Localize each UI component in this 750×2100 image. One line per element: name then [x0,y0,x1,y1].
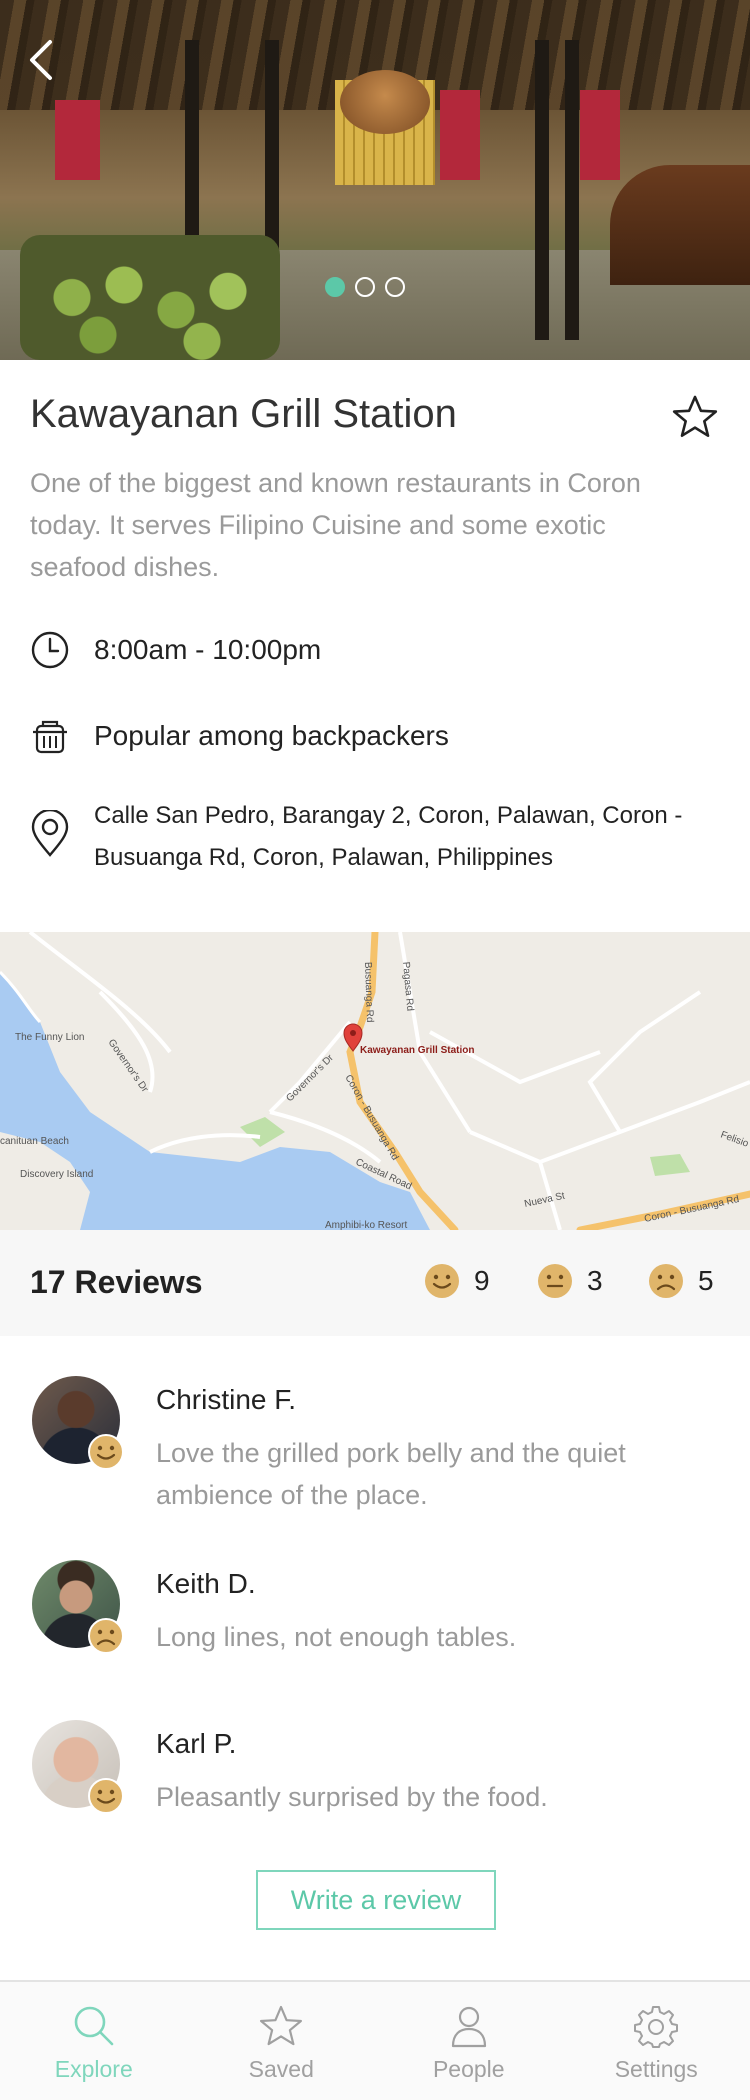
location-map[interactable]: Busuanga Rd Pagasa Rd Governor's Dr Gove… [0,932,750,1230]
map-street-label: Coron - Busuanga Rd [342,1073,400,1162]
tab-label: Saved [248,2056,314,2082]
hero-coconuts [20,235,280,360]
map-place-label: Discovery Island [20,1169,93,1180]
happy-face-icon [88,1434,124,1470]
map-street-label: Coron - Busuanga Rd [643,1194,740,1225]
tab-label: People [432,2056,505,2082]
bottom-tab-bar: Explore Saved People Settings [0,1980,750,2100]
hero-red-wall [55,100,100,180]
review-text: Pleasantly surprised by the food. [156,1782,548,1812]
hours-row: 8:00am - 10:00pm [30,630,321,670]
map-street-label: Busuanga Rd [362,962,375,1023]
happy-count[interactable]: 9 [424,1263,490,1299]
hero-pillar [535,40,549,340]
sad-face-icon [88,1618,124,1654]
gear-icon [634,2006,679,2048]
carousel-indicator[interactable] [325,277,405,297]
reviews-summary: 17 Reviews 9 3 5 [0,1230,750,1336]
hero-red-wall [440,90,480,180]
happy-face-icon [88,1778,124,1814]
hero-counter [610,165,750,285]
place-description: One of the biggest and known restaurants… [30,468,641,582]
save-star-icon[interactable] [672,394,718,440]
write-review-button[interactable]: Write a review [256,1870,496,1930]
tab-saved[interactable]: Saved [188,1982,376,2100]
tab-people[interactable]: People [375,1982,563,2100]
carousel-dot[interactable] [355,277,375,297]
tab-label: Settings [614,2056,698,2082]
hours-text: 8:00am - 10:00pm [94,634,322,665]
map-street-label: Amphibi-ko Resort [325,1220,407,1230]
map-street-label: Pagasa Rd [400,961,415,1011]
map-marker-label: Kawayanan Grill Station [360,1045,474,1056]
popularity-text: Popular among backpackers [94,720,449,751]
backpack-icon [33,720,67,754]
tab-settings[interactable]: Settings [563,1982,750,2100]
neutral-face-icon [538,1264,572,1298]
carousel-dot[interactable] [385,277,405,297]
hero-grill-sign [340,70,430,134]
neutral-count[interactable]: 3 [537,1263,603,1299]
address-text[interactable]: Calle San Pedro, Barangay 2, Coron, Pala… [94,795,714,879]
map-street-label: Nueva St [523,1191,566,1210]
location-pin-icon [31,810,69,857]
sad-count-value: 5 [698,1265,714,1296]
tab-label: Explore [54,2056,133,2082]
hero-pillar [565,40,579,340]
map-place-label: The Funny Lion [15,1032,85,1043]
map-canvas[interactable]: Busuanga Rd Pagasa Rd Governor's Dr Gove… [0,932,750,1230]
neutral-count-value: 3 [587,1265,603,1296]
sad-count[interactable]: 5 [648,1263,714,1299]
person-icon [451,2006,486,2048]
reviewer-name: Karl P. [156,1728,237,1759]
hero-red-wall [580,90,620,180]
happy-face-icon [425,1264,459,1298]
map-street-label: Governor's Dr [284,1052,336,1104]
map-street-label: Felisio [719,1129,750,1149]
place-title: Kawayanan Grill Station [30,392,457,436]
reviews-count: 17 Reviews [30,1264,203,1300]
hero-photo[interactable] [0,0,750,360]
carousel-dot[interactable] [325,277,345,297]
popularity-row: Popular among backpackers [30,716,449,756]
review-text: Love the grilled pork belly and the quie… [156,1438,626,1510]
back-arrow-icon[interactable] [26,38,58,82]
sad-face-icon [649,1264,683,1298]
star-icon [260,2005,303,2046]
reviewer-name: Keith D. [156,1568,256,1599]
tab-explore[interactable]: Explore [0,1982,188,2100]
reviewer-name: Christine F. [156,1384,297,1415]
search-icon [74,2006,114,2046]
clock-icon [31,631,69,669]
happy-count-value: 9 [474,1265,490,1296]
review-text: Long lines, not enough tables. [156,1622,517,1652]
map-place-label: canituan Beach [0,1136,69,1147]
